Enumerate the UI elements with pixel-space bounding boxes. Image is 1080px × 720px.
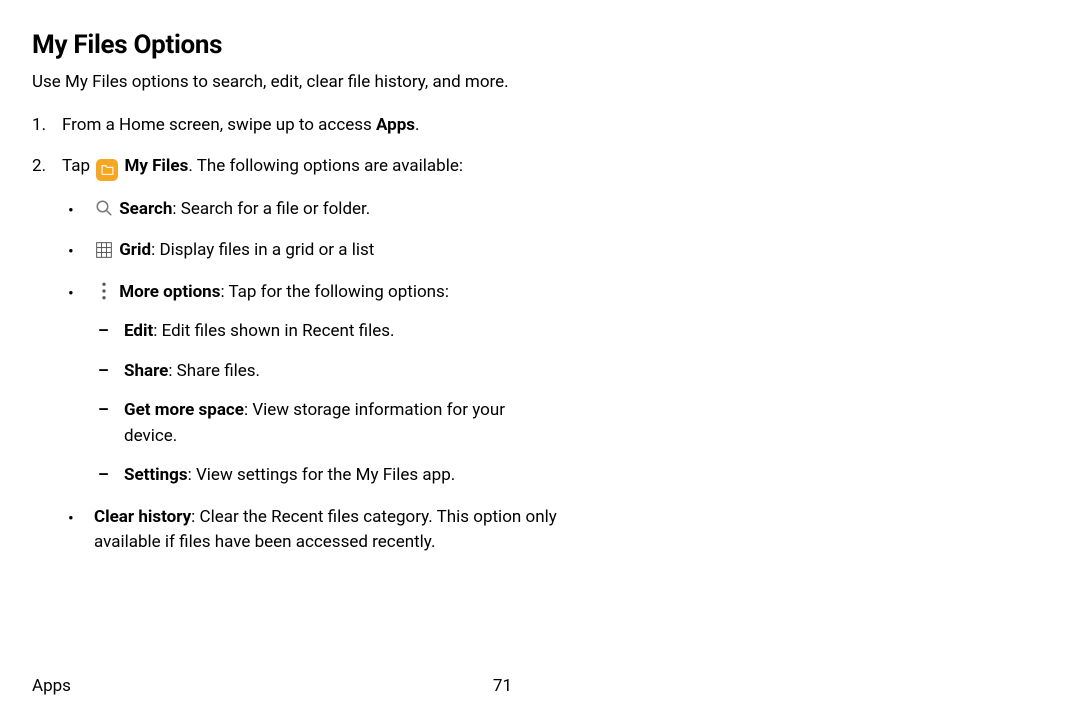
more-edit-desc: : Edit files shown in Recent files.	[153, 321, 394, 341]
step-1: From a Home screen, swipe up to access A…	[32, 113, 562, 139]
step-2-pre: Tap	[62, 156, 94, 176]
more-share-desc: : Share files.	[168, 361, 260, 381]
more-edit: Edit: Edit files shown in Recent files.	[94, 319, 562, 345]
step-1-pre: From a Home screen, swipe up to access	[62, 115, 376, 135]
option-more: More options: Tap for the following opti…	[62, 280, 562, 489]
search-icon	[94, 199, 114, 217]
more-space-label: Get more space	[124, 400, 244, 420]
option-grid: Grid: Display files in a grid or a list	[62, 238, 562, 264]
more-share-label: Share	[124, 361, 168, 381]
more-settings: Settings: View settings for the My Files…	[94, 463, 562, 489]
step-2-post: . The following options are available:	[188, 156, 463, 176]
more-edit-label: Edit	[124, 321, 153, 341]
more-options-list: Edit: Edit files shown in Recent files. …	[94, 319, 562, 489]
more-options-icon	[94, 282, 114, 300]
page-footer: Apps 71	[32, 676, 512, 696]
options-list: Search: Search for a file or folder. Gri…	[62, 197, 562, 556]
option-clear-label: Clear history	[94, 507, 191, 527]
my-files-folder-icon	[96, 159, 118, 181]
option-more-desc: : Tap for the following options:	[220, 282, 449, 302]
option-grid-desc: : Display files in a grid or a list	[151, 240, 374, 260]
option-search-label: Search	[119, 199, 172, 219]
more-share: Share: Share files.	[94, 359, 562, 385]
step-1-post: .	[415, 115, 419, 135]
more-settings-desc: : View settings for the My Files app.	[188, 465, 456, 485]
option-search-desc: : Search for a file or folder.	[172, 199, 370, 219]
intro-text: Use My Files options to search, edit, cl…	[32, 70, 542, 95]
footer-section: Apps	[32, 676, 493, 696]
option-more-label: More options	[119, 282, 220, 302]
page-title: My Files Options	[32, 30, 1048, 60]
step-2: Tap My Files. The following options are …	[32, 154, 562, 556]
option-clear-history: Clear history: Clear the Recent files ca…	[62, 505, 562, 556]
step-1-bold: Apps	[376, 115, 415, 135]
option-search: Search: Search for a file or folder.	[62, 197, 562, 223]
option-grid-label: Grid	[119, 240, 151, 260]
steps-list: From a Home screen, swipe up to access A…	[32, 113, 562, 556]
step-2-app: My Files	[124, 156, 188, 176]
more-settings-label: Settings	[124, 465, 188, 485]
grid-icon	[94, 242, 114, 258]
footer-page-number: 71	[493, 676, 512, 696]
more-space: Get more space: View storage information…	[94, 398, 562, 449]
